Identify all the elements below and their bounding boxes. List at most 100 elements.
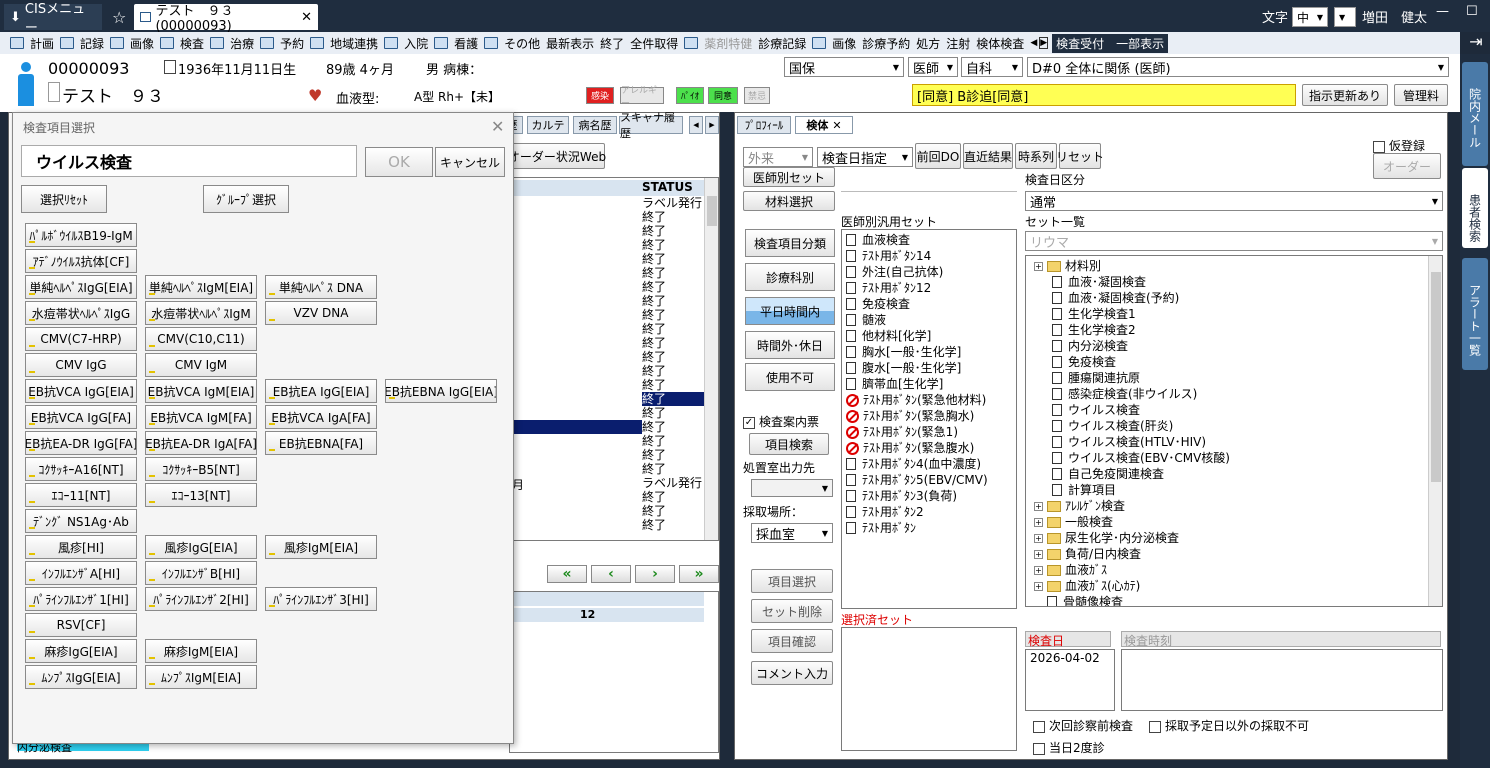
exam-item-button[interactable]: 単純ﾍﾙﾍﾟｽ DNA [265, 275, 377, 299]
no-other-day-checkbox[interactable]: 採取予定日以外の採取不可 [1149, 717, 1309, 734]
by-department-button[interactable]: 診療科別 [745, 263, 835, 291]
expand-icon[interactable]: + [1034, 549, 1043, 559]
close-icon[interactable]: ✕ [301, 10, 312, 25]
menu-item-plan[interactable]: 計画 [10, 32, 54, 54]
exam-item-button[interactable]: ﾊﾟﾗｲﾝﾌﾙｴﾝｻﾞ3[HI] [265, 587, 377, 611]
doctor-set-item[interactable]: 他材料[化学] [842, 328, 1016, 344]
tree-item[interactable]: ウイルス検査 [1026, 402, 1442, 418]
patient-tab[interactable]: テスト ９３(00000093) ✕ [134, 4, 318, 34]
tree-item[interactable]: 計算項目 [1026, 482, 1442, 498]
status-row[interactable]: 終了 [642, 280, 704, 294]
exam-item-button[interactable]: 風疹IgG[EIA] [145, 535, 257, 559]
tab-scanner-history[interactable]: スキャナ履歴 [619, 111, 683, 140]
status-row[interactable]: 終了 [642, 490, 704, 504]
status-row[interactable]: 終了 [642, 364, 704, 378]
unusable-button[interactable]: 使用不可 [745, 363, 835, 391]
status-row[interactable]: 終了 [642, 210, 704, 224]
exam-item-button[interactable]: ｲﾝﾌﾙｴﾝｻﾞA[HI] [25, 561, 137, 585]
exam-item-button[interactable]: ｱﾃﾞﾉｳｲﾙｽ抗体[CF] [25, 249, 137, 273]
close-icon[interactable]: ✕ [832, 119, 841, 132]
exam-item-button[interactable]: 麻疹IgG[EIA] [25, 639, 137, 663]
doctor-set-item[interactable]: ﾃｽﾄ用ﾎﾞﾀﾝ3(負荷) [842, 488, 1016, 504]
exam-item-button[interactable]: 水痘帯状ﾍﾙﾍﾟｽIgM [145, 301, 257, 325]
group-select-button[interactable]: ｸﾞﾙｰﾌﾟ選択 [203, 185, 289, 213]
doctor-set-button[interactable]: 医師別セット [743, 167, 835, 187]
tree-item[interactable]: + 尿生化学･内分泌検査 [1026, 530, 1442, 546]
tree-item[interactable]: 感染症検査(非ウイルス) [1026, 386, 1442, 402]
exam-item-button[interactable]: EB抗VCA IgA[FA] [265, 405, 377, 429]
paio-tag[interactable]: ﾊﾟｲｵ [676, 87, 704, 104]
menu-item-treatment[interactable]: 治療 [210, 32, 254, 54]
exam-item-button[interactable]: 風疹[HI] [25, 535, 137, 559]
instruction-update-button[interactable]: 指示更新あり [1302, 84, 1388, 106]
menu-item-nursing[interactable]: 看護 [434, 32, 478, 54]
set-tree-scrollbar[interactable] [1428, 256, 1442, 606]
set-tree[interactable]: + 材料別 血液･凝固検査 血液･凝固検査(予約) 生化学検査1 生化学検査2 内分泌検査免… [1025, 255, 1443, 607]
prev-do-button[interactable]: 前回DO [915, 143, 961, 169]
exam-item-button[interactable]: CMV(C10,C11) [145, 327, 257, 351]
status-row[interactable]: 終了 [642, 434, 704, 448]
exam-item-button[interactable]: EB抗EA IgG[EIA] [265, 379, 377, 403]
status-row[interactable]: 終了 [642, 350, 704, 364]
exam-item-button[interactable]: EB抗EBNA IgG[EIA] [385, 379, 497, 403]
exam-item-button[interactable]: ｴｺｰ13[NT] [145, 483, 257, 507]
exam-item-button[interactable]: 麻疹IgM[EIA] [145, 639, 257, 663]
expand-icon[interactable]: + [1034, 565, 1043, 575]
expand-icon[interactable]: + [1034, 501, 1043, 511]
exam-item-button[interactable]: ﾊﾟﾗｲﾝﾌﾙｴﾝｻﾞ1[HI] [25, 587, 137, 611]
tab-profile[interactable]: ﾌﾟﾛﾌｨｰﾙ [737, 116, 791, 134]
menu-item-appointment[interactable]: 診療予約 [862, 32, 910, 54]
exam-reception-button[interactable]: 検査受付 一部表示 [1052, 33, 1169, 53]
set-list-select[interactable]: リウマ ▼ [1025, 231, 1443, 251]
exam-item-button[interactable]: ｲﾝﾌﾙｴﾝｻﾞB[HI] [145, 561, 257, 585]
menu-item-exit[interactable]: 終了 [600, 32, 624, 54]
cancel-button[interactable]: キャンセル [435, 147, 505, 177]
close-icon[interactable]: ✕ [491, 117, 504, 136]
exam-item-button[interactable]: 単純ﾍﾙﾍﾟｽIgG[EIA] [25, 275, 137, 299]
status-row[interactable]: 終了 [642, 462, 704, 476]
set-delete-button[interactable]: セット削除 [751, 599, 833, 623]
minimize-icon[interactable]: — [1436, 4, 1449, 19]
doctor-set-item[interactable]: 腹水[一般･生化学] [842, 360, 1016, 376]
exam-item-button[interactable]: ｺｸｻｯｷｰB5[NT] [145, 457, 257, 481]
date-mode-select[interactable]: 検査日指定 ▼ [817, 147, 913, 167]
sidebar-toggle-icon[interactable]: ⇥ [1462, 32, 1490, 54]
provisional-checkbox[interactable]: 仮登録 [1373, 137, 1425, 154]
ok-button[interactable]: OK [365, 147, 433, 177]
doctor-set-item[interactable]: 免疫検査 [842, 296, 1016, 312]
tree-item[interactable]: 自己免疫関連検査 [1026, 466, 1442, 482]
status-row[interactable]: 終了 [642, 238, 704, 252]
exam-item-button[interactable]: VZV DNA [265, 301, 377, 325]
tree-item[interactable]: 血液･凝固検査 [1026, 274, 1442, 290]
doctor-select[interactable]: 医師 ▼ [908, 57, 958, 77]
doctor-set-item[interactable]: ﾃｽﾄ用ﾎﾞﾀﾝ(緊急腹水) [842, 440, 1016, 456]
infection-tag[interactable]: 感染 [586, 87, 614, 104]
status-row[interactable]: 終了 [642, 224, 704, 238]
menu-item-drug[interactable]: 薬剤特健 [684, 32, 752, 54]
sidebar-alert[interactable]: アラート一覧 [1462, 258, 1488, 370]
menu-item-image2[interactable]: 画像 [812, 32, 856, 54]
status-row[interactable]: 終了 [642, 448, 704, 462]
menu-item-reserve[interactable]: 予約 [260, 32, 304, 54]
doctor-set-item[interactable]: 胸水[一般･生化学] [842, 344, 1016, 360]
status-row[interactable]: ラベル発行 [642, 476, 704, 490]
next-exam-checkbox[interactable]: 次回診察前検査 [1033, 717, 1133, 734]
cis-menu-tab[interactable]: ⬇ CISメニュー [4, 2, 102, 36]
last-page-button[interactable]: » [679, 565, 719, 583]
exam-category-button[interactable]: 検査項目分類 [745, 229, 835, 257]
management-fee-button[interactable]: 管理料 [1394, 84, 1448, 106]
status-list[interactable]: STATUS ラベル発行 終了 終了 終了 終了 終了 終了 終了 終了 終了 終了 終了 終了 終了 終了… [509, 177, 719, 541]
menu-item-fetch-all[interactable]: 全件取得 [630, 32, 678, 54]
exam-date-value[interactable]: 2026-04-02 [1026, 650, 1114, 666]
exam-item-button[interactable]: EB抗VCA IgG[EIA] [25, 379, 137, 403]
recent-results-button[interactable]: 直近結果 [963, 143, 1013, 169]
doctor-set-item[interactable]: 髄液 [842, 312, 1016, 328]
item-confirm-button[interactable]: 項目確認 [751, 629, 833, 653]
menu-item-injection[interactable]: 注射 [946, 32, 970, 54]
tree-item[interactable]: 腫瘍関連抗原 [1026, 370, 1442, 386]
material-select-button[interactable]: 材料選択 [743, 191, 835, 211]
status-row[interactable]: 終了 [642, 406, 704, 420]
exam-item-button[interactable]: EB抗EBNA[FA] [265, 431, 377, 455]
exam-item-button[interactable]: CMV IgM [145, 353, 257, 377]
dept-select[interactable]: 自科 ▼ [961, 57, 1023, 77]
